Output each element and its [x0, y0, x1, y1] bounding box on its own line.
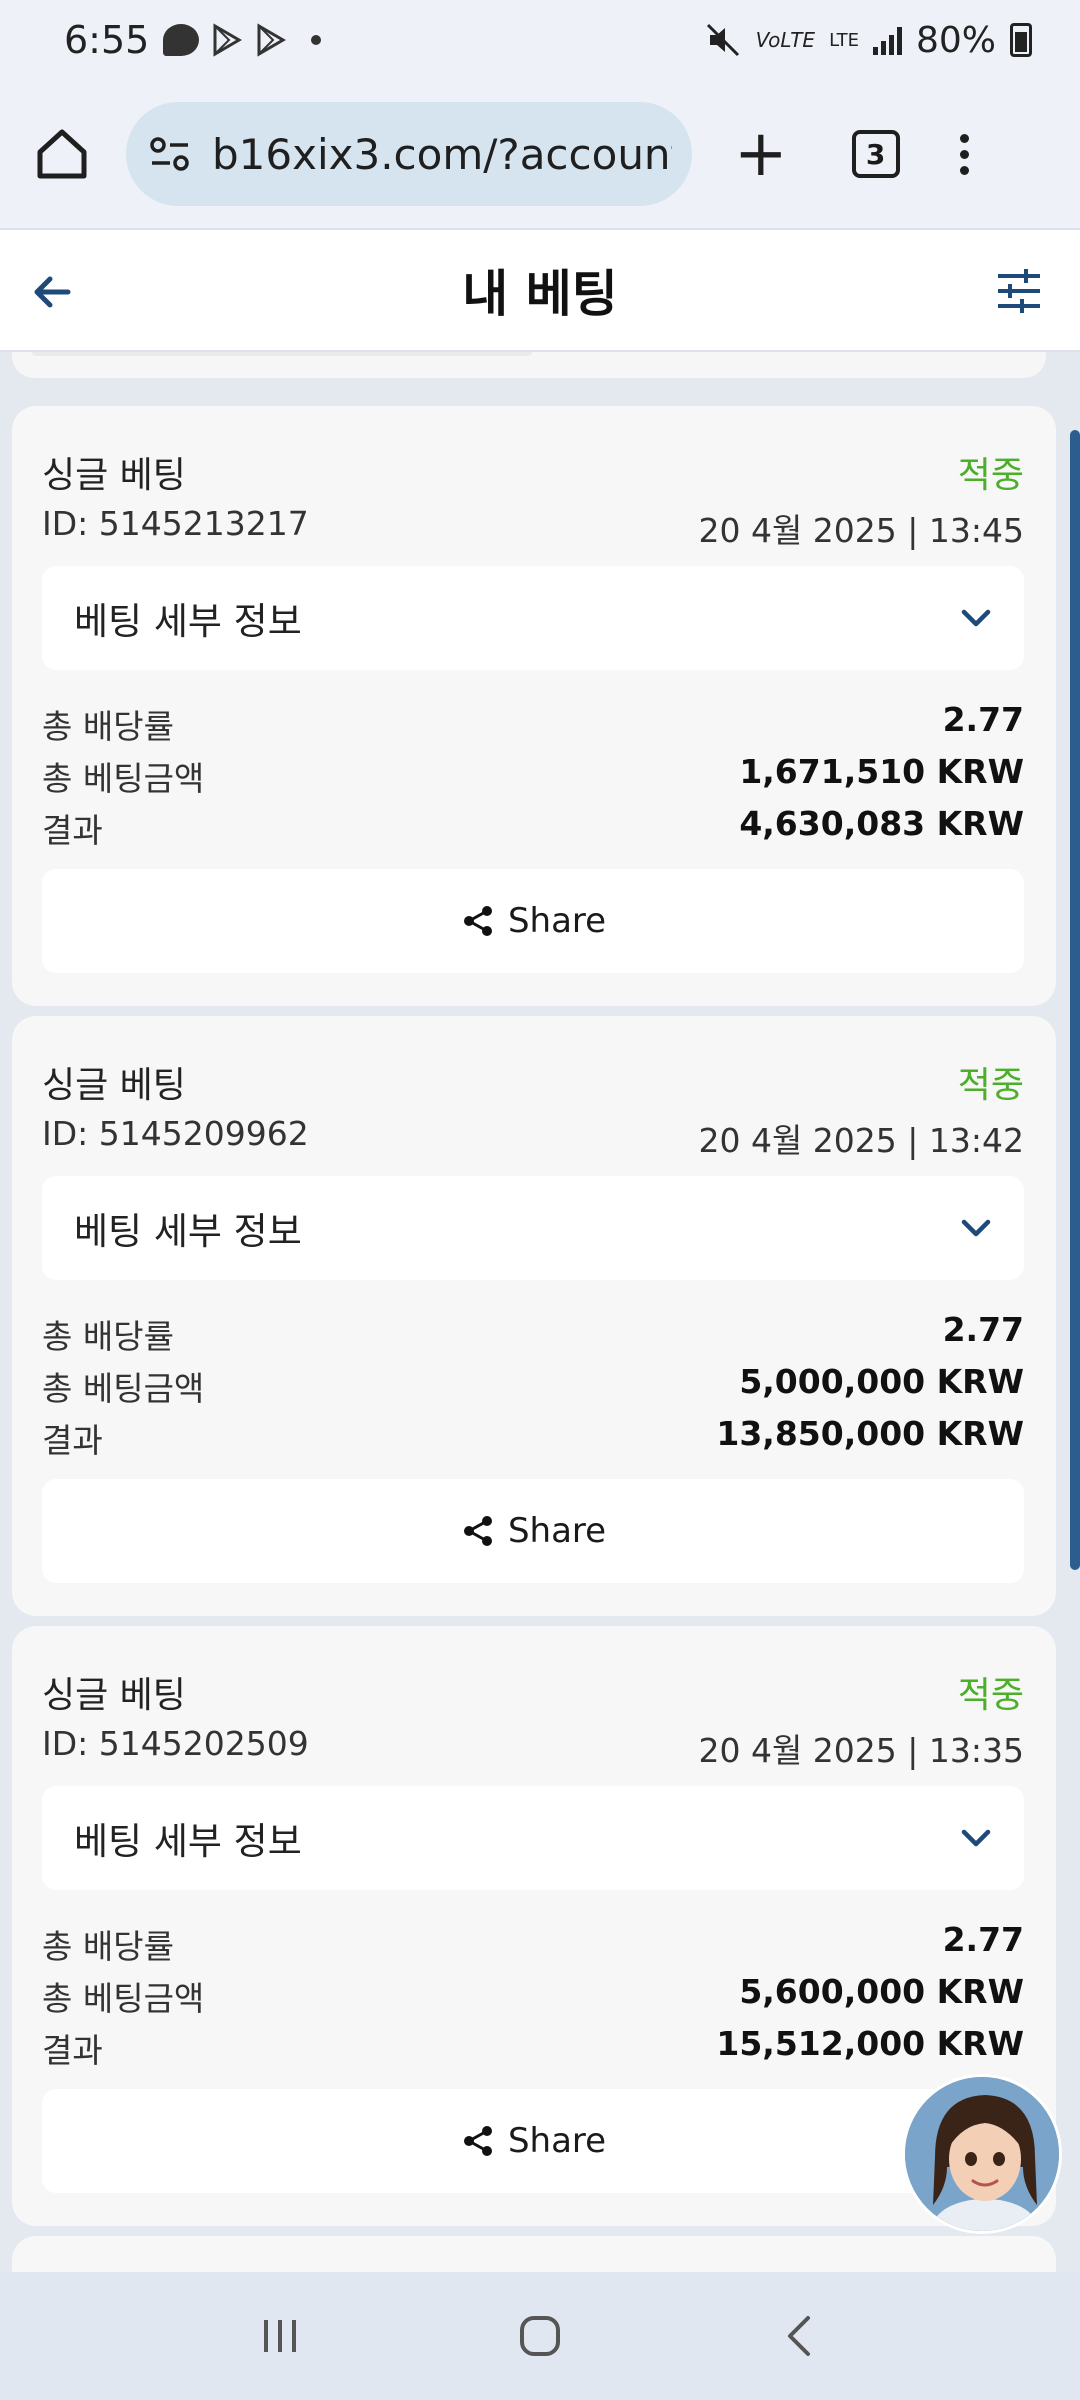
status-bar: 6:55 VoLTE LTE 80% [0, 0, 1080, 80]
bet-details-toggle[interactable]: 베팅 세부 정보 [42, 566, 1024, 670]
system-icons: VoLTE LTE 80% [706, 20, 1032, 61]
share-icon [463, 2126, 492, 2156]
stake-row: 총 베팅금액 5,600,000 KRW [42, 1972, 1024, 2020]
share-label: Share [507, 1511, 607, 1551]
next-card-partial [12, 2236, 1056, 2272]
volte-icon: VoLTE [755, 28, 816, 52]
system-nav-bar [0, 2272, 1080, 2400]
odds-row: 총 배당률 2.77 [42, 700, 1024, 748]
message-icon [163, 24, 200, 56]
odds-label: 총 배당률 [42, 707, 174, 746]
stake-label: 총 베팅금액 [42, 1369, 205, 1408]
odds-value: 2.77 [942, 1920, 1024, 1959]
bet-list: 싱글 베팅 적중 ID: 5145213217 20 4월 2025 | 13:… [0, 352, 1080, 2272]
bet-datetime: 20 4월 2025 | 13:42 [698, 1121, 1024, 1160]
share-button[interactable]: Share [42, 2089, 1024, 2193]
stake-value: 1,671,510 KRW [739, 752, 1024, 791]
odds-value: 2.77 [942, 1310, 1024, 1349]
share-button[interactable]: Share [42, 869, 1024, 973]
play-store-icon-2 [257, 23, 287, 57]
odds-row: 총 배당률 2.77 [42, 1920, 1024, 1968]
bet-type: 싱글 베팅 [42, 1065, 186, 1106]
share-label: Share [507, 2121, 607, 2161]
mute-icon [706, 23, 739, 57]
battery-icon [1010, 23, 1032, 57]
bet-details-label: 베팅 세부 정보 [74, 1210, 302, 1253]
stake-value: 5,000,000 KRW [739, 1362, 1024, 1401]
home-nav-icon[interactable] [510, 2306, 570, 2366]
stake-label: 총 베팅금액 [42, 1979, 205, 2018]
play-store-icon [213, 23, 243, 57]
chevron-down-icon [961, 1219, 991, 1237]
bet-card: 싱글 베팅 적중 ID: 5145202509 20 4월 2025 | 13:… [12, 1626, 1056, 2226]
bet-status: 적중 [957, 1675, 1024, 1716]
more-notifications-dot [311, 35, 322, 45]
bet-card: 싱글 베팅 적중 ID: 5145213217 20 4월 2025 | 13:… [12, 406, 1056, 1006]
result-value: 15,512,000 KRW [716, 2024, 1024, 2063]
result-label: 결과 [42, 2031, 103, 2070]
back-nav-icon[interactable] [770, 2306, 830, 2366]
bet-card: 싱글 베팅 적중 ID: 5145209962 20 4월 2025 | 13:… [12, 1016, 1056, 1616]
url-text: b16xix3.com/?accounts [212, 129, 672, 179]
bet-datetime: 20 4월 2025 | 13:45 [698, 511, 1024, 550]
result-label: 결과 [42, 1421, 103, 1460]
chat-assistant-avatar[interactable] [902, 2074, 1062, 2234]
odds-row: 총 배당률 2.77 [42, 1310, 1024, 1358]
bet-status: 적중 [957, 455, 1024, 496]
result-row: 결과 15,512,000 KRW [42, 2024, 1024, 2072]
bet-details-label: 베팅 세부 정보 [74, 1820, 302, 1863]
result-value: 13,850,000 KRW [716, 1414, 1024, 1453]
share-icon [463, 1516, 492, 1546]
status-time: 6:55 [64, 18, 150, 62]
bet-id: ID: 5145213217 [42, 504, 309, 543]
share-icon [463, 906, 492, 936]
chevron-down-icon [961, 1829, 991, 1847]
back-arrow-icon[interactable] [28, 268, 76, 316]
bet-type: 싱글 베팅 [42, 455, 186, 496]
stake-row: 총 베팅금액 1,671,510 KRW [42, 752, 1024, 800]
odds-label: 총 배당률 [42, 1927, 174, 1966]
previous-card-partial [12, 352, 1046, 378]
notification-icons [163, 23, 322, 57]
share-label: Share [507, 901, 607, 941]
site-settings-icon[interactable] [148, 132, 192, 176]
assistant-face-icon [905, 2077, 1059, 2231]
stake-row: 총 베팅금액 5,000,000 KRW [42, 1362, 1024, 1410]
address-bar[interactable]: b16xix3.com/?accounts [126, 102, 692, 206]
bet-status: 적중 [957, 1065, 1024, 1106]
bet-details-toggle[interactable]: 베팅 세부 정보 [42, 1176, 1024, 1280]
chevron-down-icon [961, 609, 991, 627]
result-label: 결과 [42, 811, 103, 850]
bet-datetime: 20 4월 2025 | 13:35 [698, 1731, 1024, 1770]
stake-label: 총 베팅금액 [42, 759, 205, 798]
scrollbar[interactable] [1070, 430, 1080, 1570]
bet-details-label: 베팅 세부 정보 [74, 600, 302, 643]
result-row: 결과 4,630,083 KRW [42, 804, 1024, 852]
filter-icon[interactable] [988, 260, 1050, 322]
result-row: 결과 13,850,000 KRW [42, 1414, 1024, 1462]
bet-id: ID: 5145202509 [42, 1724, 309, 1763]
lte-icon: LTE [829, 29, 859, 51]
result-value: 4,630,083 KRW [739, 804, 1024, 843]
odds-label: 총 배당률 [42, 1317, 174, 1356]
share-button[interactable]: Share [42, 1479, 1024, 1583]
bet-type: 싱글 베팅 [42, 1675, 186, 1716]
page-header: 내 베팅 [0, 228, 1080, 352]
recent-apps-icon[interactable] [250, 2306, 310, 2366]
bet-details-toggle[interactable]: 베팅 세부 정보 [42, 1786, 1024, 1890]
browser-toolbar: b16xix3.com/?accounts + 3 [0, 80, 1080, 228]
signal-icon [872, 25, 902, 55]
home-icon[interactable] [30, 122, 94, 186]
new-tab-button[interactable]: + [734, 122, 788, 186]
stake-value: 5,600,000 KRW [739, 1972, 1024, 2011]
browser-menu-button[interactable] [959, 133, 969, 175]
battery-percent: 80% [915, 19, 996, 61]
page-title: 내 베팅 [462, 265, 618, 323]
tab-switcher-button[interactable]: 3 [851, 130, 900, 178]
bet-id: ID: 5145209962 [42, 1114, 309, 1153]
odds-value: 2.77 [942, 700, 1024, 739]
